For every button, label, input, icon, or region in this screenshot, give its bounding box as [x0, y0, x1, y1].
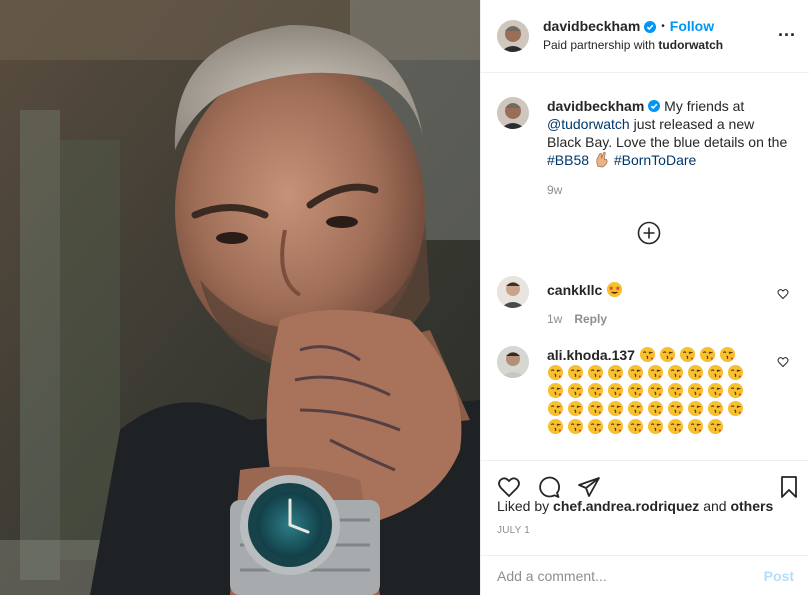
- face-blowing-kiss-emoji-icon: [707, 364, 724, 381]
- face-blowing-kiss-emoji-icon: [607, 364, 624, 381]
- caption-time[interactable]: 9w: [547, 183, 562, 197]
- star-struck-emoji-icon: [607, 281, 623, 298]
- face-blowing-kiss-emoji-icon: [727, 364, 744, 381]
- face-blowing-kiss-emoji-icon: [607, 418, 624, 435]
- post-header: davidbeckham • Follow Paid partnership w…: [481, 0, 809, 73]
- face-blowing-kiss-emoji-icon: [547, 364, 564, 381]
- face-blowing-kiss-emoji-icon: [667, 418, 684, 435]
- comments-section[interactable]: davidbeckham My friends at @tudorwatch j…: [481, 73, 809, 460]
- face-blowing-kiss-emoji-icon: [727, 400, 744, 417]
- commenter-avatar[interactable]: [497, 346, 529, 378]
- face-blowing-kiss-emoji-icon: [659, 346, 675, 363]
- likes-others-link[interactable]: others: [730, 498, 773, 514]
- likes-summary: Liked by chef.andrea.rodriquez and other…: [497, 498, 773, 514]
- author-username[interactable]: davidbeckham: [543, 17, 640, 36]
- caption-text: davidbeckham My friends at @tudorwatch j…: [547, 97, 789, 169]
- ok-hand-emoji-icon: [596, 152, 608, 168]
- face-blowing-kiss-emoji-icon: [707, 418, 724, 435]
- face-blowing-kiss-emoji-icon: [639, 346, 655, 363]
- face-blowing-kiss-emoji-icon: [627, 418, 644, 435]
- face-blowing-kiss-emoji-icon: [707, 382, 724, 399]
- face-blowing-kiss-emoji-icon: [587, 400, 604, 417]
- post-actions: Liked by chef.andrea.rodriquez and other…: [481, 460, 809, 555]
- face-blowing-kiss-emoji-icon: [667, 382, 684, 399]
- caption-verified-badge-icon: [648, 100, 661, 112]
- face-blowing-kiss-emoji-icon: [699, 346, 715, 363]
- paid-partner-link[interactable]: tudorwatch: [658, 38, 723, 52]
- face-blowing-kiss-emoji-icon: [627, 364, 644, 381]
- caption-username[interactable]: davidbeckham: [547, 98, 644, 114]
- face-blowing-kiss-emoji-icon: [607, 382, 624, 399]
- commenter-avatar[interactable]: [497, 276, 529, 308]
- face-blowing-kiss-emoji-icon: [587, 382, 604, 399]
- comment-username[interactable]: cankkllc: [547, 282, 602, 298]
- face-blowing-kiss-emoji-icon: [667, 400, 684, 417]
- face-blowing-kiss-emoji-icon: [547, 400, 564, 417]
- face-blowing-kiss-emoji-icon: [587, 364, 604, 381]
- face-blowing-kiss-emoji-icon: [679, 346, 695, 363]
- paid-partnership-label: Paid partnership with tudorwatch: [543, 36, 723, 55]
- load-more-comments-icon[interactable]: [637, 221, 661, 245]
- like-heart-icon[interactable]: [497, 475, 521, 499]
- add-comment-input[interactable]: [497, 567, 764, 584]
- face-blowing-kiss-emoji-icon: [647, 418, 664, 435]
- comment-like-heart-icon[interactable]: [777, 288, 789, 300]
- caption-text-before: My friends at: [664, 98, 745, 114]
- comment-text: ali.khoda.137: [547, 346, 757, 436]
- add-comment-bar: Post: [481, 555, 809, 595]
- header-row: davidbeckham • Follow: [543, 17, 723, 36]
- face-blowing-kiss-emoji-icon: [607, 400, 624, 417]
- face-blowing-kiss-emoji-icon: [627, 382, 644, 399]
- hashtag-link-borntodare[interactable]: #BornToDare: [614, 152, 697, 168]
- face-blowing-kiss-emoji-icon: [567, 400, 584, 417]
- face-blowing-kiss-emoji-icon: [707, 400, 724, 417]
- comment-bubble-icon[interactable]: [537, 475, 561, 499]
- author-avatar[interactable]: [497, 20, 529, 52]
- comment-meta: 1w Reply: [547, 312, 607, 326]
- face-blowing-kiss-emoji-icon: [547, 382, 564, 399]
- save-bookmark-icon[interactable]: [777, 475, 801, 499]
- comment-username[interactable]: ali.khoda.137: [547, 347, 635, 363]
- face-blowing-kiss-emoji-icon: [647, 364, 664, 381]
- verified-badge-icon: [644, 20, 657, 33]
- comment-time[interactable]: 1w: [547, 312, 562, 326]
- face-blowing-kiss-emoji-icon: [567, 418, 584, 435]
- face-blowing-kiss-emoji-icon: [567, 364, 584, 381]
- face-blowing-kiss-emoji-icon: [567, 382, 584, 399]
- caption-mention-link[interactable]: @tudorwatch: [547, 116, 630, 132]
- face-blowing-kiss-emoji-icon: [687, 418, 704, 435]
- more-options-icon[interactable]: ...: [778, 21, 796, 39]
- header-separator: •: [661, 21, 665, 32]
- post-photo[interactable]: [0, 0, 480, 595]
- follow-button[interactable]: Follow: [670, 17, 714, 36]
- likes-middle: and: [699, 498, 731, 514]
- face-blowing-kiss-emoji-icon: [727, 382, 744, 399]
- post-container: davidbeckham • Follow Paid partnership w…: [0, 0, 809, 595]
- post-side-panel: davidbeckham • Follow Paid partnership w…: [480, 0, 809, 595]
- face-blowing-kiss-emoji-icon: [627, 400, 644, 417]
- share-paper-plane-icon[interactable]: [577, 475, 601, 499]
- face-blowing-kiss-emoji-icon: [647, 400, 664, 417]
- face-blowing-kiss-emoji-icon: [687, 364, 704, 381]
- liked-by-user-link[interactable]: chef.andrea.rodriquez: [553, 498, 699, 514]
- face-blowing-kiss-emoji-icon: [719, 346, 735, 363]
- face-blowing-kiss-emoji-icon: [687, 382, 704, 399]
- photo-illustration: [0, 0, 480, 595]
- hashtag-link-bb58[interactable]: #BB58: [547, 152, 589, 168]
- caption-avatar[interactable]: [497, 97, 529, 129]
- comment-like-heart-icon[interactable]: [777, 356, 789, 368]
- post-comment-button[interactable]: Post: [764, 568, 794, 584]
- face-blowing-kiss-emoji-icon: [687, 400, 704, 417]
- face-blowing-kiss-emoji-icon: [667, 364, 684, 381]
- face-blowing-kiss-emoji-icon: [647, 382, 664, 399]
- likes-prefix: Liked by: [497, 498, 554, 514]
- face-blowing-kiss-emoji-icon: [547, 418, 564, 435]
- header-text: davidbeckham • Follow Paid partnership w…: [543, 17, 723, 55]
- reply-button[interactable]: Reply: [574, 312, 607, 326]
- paid-prefix: Paid partnership with: [543, 38, 659, 52]
- comment-text: cankkllc: [547, 281, 787, 299]
- post-date[interactable]: JULY 1: [497, 525, 530, 536]
- face-blowing-kiss-emoji-icon: [587, 418, 604, 435]
